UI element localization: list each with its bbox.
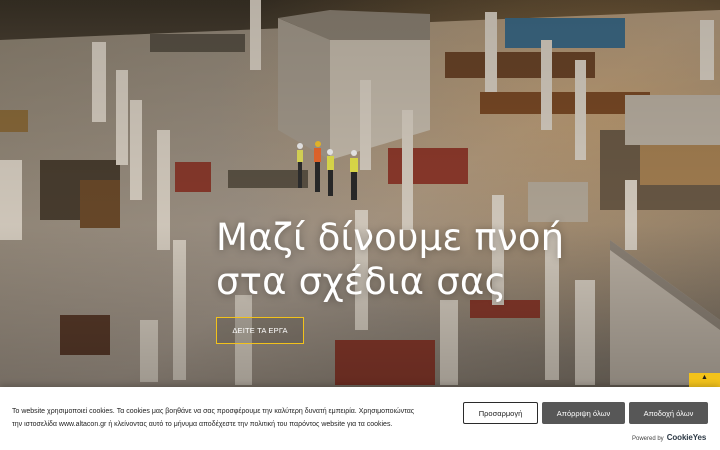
scroll-to-top-button[interactable]: ▲ [689, 373, 720, 387]
hero-title-line-2: στα σχέδια σας [216, 260, 507, 303]
cookie-text-line-2: την ιστοσελίδα www.altacon.gr ή κλείνοντ… [12, 421, 393, 428]
customize-cookies-button[interactable]: Προσαρμογή [463, 402, 538, 424]
cookie-consent-banner: Το website χρησιμοποιεί cookies. Τα cook… [0, 387, 720, 450]
powered-by-label: Powered by [632, 436, 664, 442]
view-projects-button[interactable]: ΔΕΙΤΕ ΤΑ ΕΡΓΑ [216, 317, 304, 344]
cookieyes-logo: CookieYes [666, 433, 707, 442]
powered-by-cookieyes-link[interactable]: Powered by CookieYes [632, 433, 706, 442]
reject-all-cookies-button[interactable]: Απόρριψη όλων [542, 402, 625, 424]
page: Μαζί δίνουμε πνοή στα σχέδια σας ΔΕΙΤΕ Τ… [0, 0, 720, 450]
accept-all-cookies-button[interactable]: Αποδοχή όλων [629, 402, 708, 424]
cookie-text-line-1: Το website χρησιμοποιεί cookies. Τα cook… [12, 408, 415, 415]
chevron-up-icon: ▲ [701, 374, 708, 381]
hero-title-line-1: Μαζί δίνουμε πνοή [216, 216, 565, 259]
hero-title: Μαζί δίνουμε πνοή στα σχέδια σας [216, 216, 564, 304]
cookie-consent-text: Το website χρησιμοποιεί cookies. Τα cook… [12, 405, 457, 431]
